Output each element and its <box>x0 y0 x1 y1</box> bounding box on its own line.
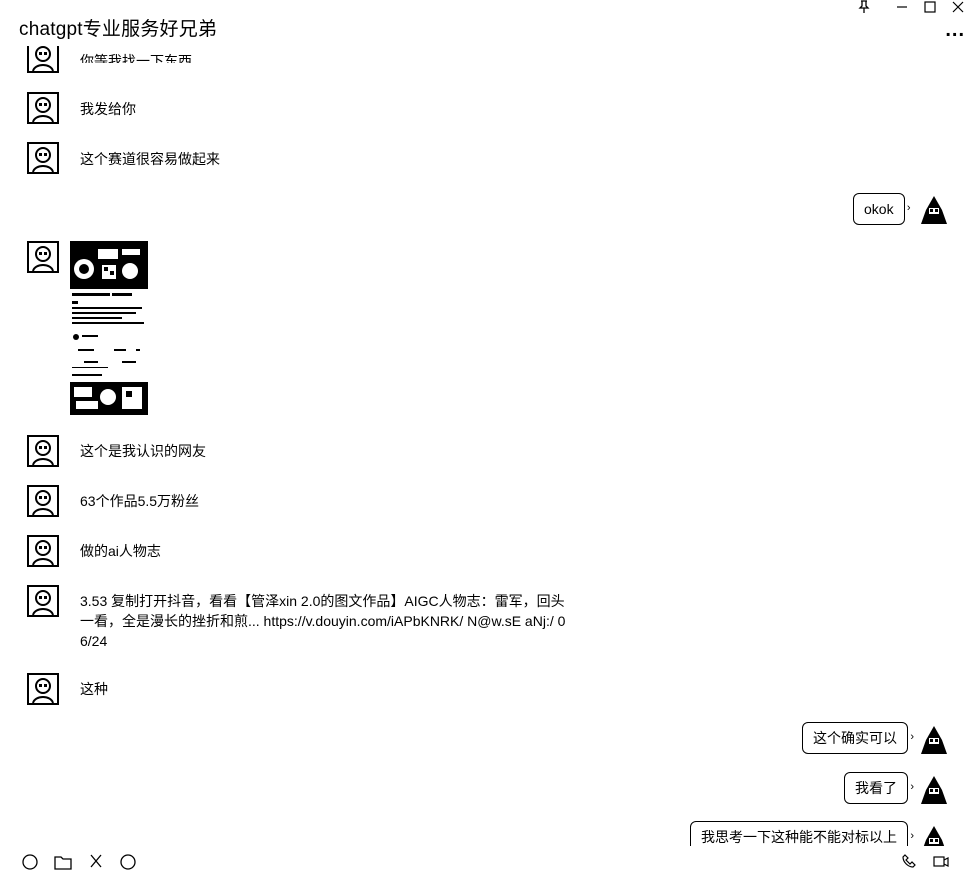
contact-avatar[interactable] <box>27 142 59 174</box>
message-bubble[interactable]: okok › <box>853 193 911 225</box>
contact-avatar[interactable] <box>27 92 59 124</box>
message-text: 我发给你 <box>80 101 136 117</box>
message-bubble[interactable]: 我思考一下这种能不能对标以上 › <box>690 821 914 846</box>
bubble-tail-icon: › <box>910 781 914 793</box>
message-text: 做的ai人物志 <box>80 543 161 559</box>
contact-avatar[interactable] <box>27 535 59 567</box>
message-text: 我看了 <box>855 780 897 796</box>
pin-icon[interactable] <box>858 0 870 16</box>
message-text: 63个作品5.5万粉丝 <box>80 493 200 509</box>
message-text: 我思考一下这种能不能对标以上 <box>701 829 897 845</box>
chat-message-list[interactable]: 你等我找一下东西 我发给你 这个赛道很容易做起来 okok › 这个是我认识的网… <box>0 46 971 846</box>
contact-avatar[interactable] <box>27 435 59 467</box>
message-bubble[interactable]: 我看了 › <box>844 772 914 804</box>
minimize-icon[interactable] <box>896 1 908 15</box>
more-options-button[interactable]: ... <box>945 20 965 40</box>
my-avatar[interactable] <box>918 774 950 806</box>
chat-title: chatgpt专业服务好兄弟 <box>19 19 218 40</box>
contact-avatar[interactable] <box>27 485 59 517</box>
emoji-icon[interactable] <box>22 854 38 872</box>
message-text: 这个是我认识的网友 <box>80 443 206 459</box>
bubble-tail-icon: › <box>910 731 914 743</box>
my-avatar[interactable] <box>918 724 950 756</box>
message-text: 3.53 复制打开抖音，看看【管泽xin 2.0的图文作品】AIGC人物志：雷军… <box>80 593 566 649</box>
my-avatar[interactable] <box>918 824 950 846</box>
phone-icon[interactable] <box>902 854 916 870</box>
message-text: 这个确实可以 <box>813 730 897 746</box>
contact-avatar[interactable] <box>27 585 59 617</box>
folder-icon[interactable] <box>54 854 72 872</box>
my-avatar[interactable] <box>918 194 950 226</box>
maximize-icon[interactable] <box>924 1 936 15</box>
contact-avatar[interactable] <box>27 673 59 705</box>
message-text: 这个赛道很容易做起来 <box>80 151 220 167</box>
message-bubble[interactable]: 这个确实可以 › <box>802 722 914 754</box>
bubble-tail-icon: › <box>906 202 911 214</box>
video-call-icon[interactable] <box>933 854 949 870</box>
chat-bubble-icon[interactable] <box>120 854 136 872</box>
contact-avatar[interactable] <box>27 241 59 273</box>
message-text: okok <box>864 201 894 217</box>
input-toolbar <box>0 846 971 870</box>
image-message[interactable] <box>70 241 148 415</box>
close-icon[interactable] <box>952 1 964 15</box>
bubble-tail-icon: › <box>910 830 914 842</box>
title-bar: chatgpt专业服务好兄弟 ... <box>0 0 971 46</box>
contact-avatar[interactable] <box>27 46 59 73</box>
scissors-icon[interactable] <box>88 854 104 872</box>
message-text: 你等我找一下东西 <box>80 53 192 69</box>
message-text: 这种 <box>80 681 108 697</box>
